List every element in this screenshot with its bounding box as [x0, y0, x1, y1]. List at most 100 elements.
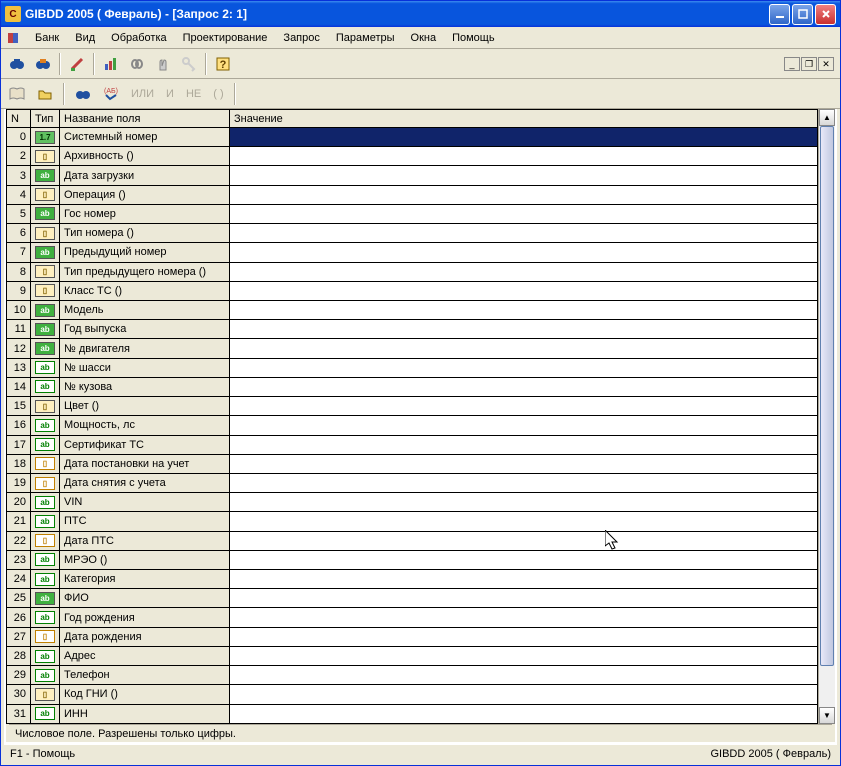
header-type[interactable]: Тип — [31, 110, 60, 128]
field-name[interactable]: Дата рождения — [60, 627, 230, 646]
field-name[interactable]: Дата загрузки — [60, 166, 230, 185]
mdi-minimize-button[interactable]: _ — [784, 57, 800, 71]
field-name[interactable]: Тип номера () — [60, 224, 230, 243]
field-value[interactable] — [230, 550, 818, 569]
maximize-button[interactable] — [792, 4, 813, 25]
field-name[interactable]: Сертификат ТС — [60, 435, 230, 454]
menu-окна[interactable]: Окна — [403, 30, 445, 46]
row-number[interactable]: 9 — [7, 281, 31, 300]
table-row[interactable]: 20abVIN — [7, 493, 818, 512]
row-number[interactable]: 28 — [7, 646, 31, 665]
field-value[interactable] — [230, 704, 818, 723]
row-number[interactable]: 3 — [7, 166, 31, 185]
field-value[interactable] — [230, 473, 818, 492]
field-name[interactable]: Телефон — [60, 666, 230, 685]
link-icon[interactable] — [125, 52, 149, 76]
row-number[interactable]: 6 — [7, 224, 31, 243]
field-value[interactable] — [230, 358, 818, 377]
field-name[interactable]: № двигателя — [60, 339, 230, 358]
field-name[interactable]: ИНН — [60, 704, 230, 723]
table-row[interactable]: 27▯Дата рождения — [7, 627, 818, 646]
header-field[interactable]: Название поля — [60, 110, 230, 128]
field-value[interactable] — [230, 570, 818, 589]
field-name[interactable]: Год рождения — [60, 608, 230, 627]
help-icon[interactable]: ? — [211, 52, 235, 76]
table-row[interactable]: 29abТелефон — [7, 666, 818, 685]
not-operator[interactable]: НЕ — [182, 88, 205, 100]
field-value[interactable] — [230, 531, 818, 550]
header-n[interactable]: N — [7, 110, 31, 128]
hand-icon[interactable] — [151, 52, 175, 76]
minimize-button[interactable] — [769, 4, 790, 25]
field-value[interactable] — [230, 685, 818, 704]
field-value[interactable] — [230, 185, 818, 204]
field-value[interactable] — [230, 454, 818, 473]
mdi-restore-button[interactable]: ❐ — [801, 57, 817, 71]
key-icon[interactable] — [177, 52, 201, 76]
table-row[interactable]: 3abДата загрузки — [7, 166, 818, 185]
field-value[interactable] — [230, 589, 818, 608]
field-name[interactable]: Цвет () — [60, 397, 230, 416]
table-row[interactable]: 19▯Дата снятия с учета — [7, 473, 818, 492]
field-value[interactable] — [230, 666, 818, 685]
scroll-track[interactable] — [819, 126, 835, 707]
row-number[interactable]: 26 — [7, 608, 31, 627]
field-value[interactable] — [230, 416, 818, 435]
menu-вид[interactable]: Вид — [67, 30, 103, 46]
table-row[interactable]: 8▯Тип предыдущего номера () — [7, 262, 818, 281]
field-name[interactable]: VIN — [60, 493, 230, 512]
row-number[interactable]: 4 — [7, 185, 31, 204]
table-row[interactable]: 21abПТС — [7, 512, 818, 531]
field-value[interactable] — [230, 435, 818, 454]
row-number[interactable]: 22 — [7, 531, 31, 550]
table-row[interactable]: 16abМощность, лс — [7, 416, 818, 435]
table-row[interactable]: 31abИНН — [7, 704, 818, 723]
row-number[interactable]: 29 — [7, 666, 31, 685]
table-row[interactable]: 12ab№ двигателя — [7, 339, 818, 358]
field-name[interactable]: № кузова — [60, 377, 230, 396]
field-name[interactable]: Год выпуска — [60, 320, 230, 339]
field-value[interactable] — [230, 128, 818, 147]
table-row[interactable]: 9▯Класс ТС () — [7, 281, 818, 300]
and-operator[interactable]: И — [162, 88, 178, 100]
table-row[interactable]: 11abГод выпуска — [7, 320, 818, 339]
field-value[interactable] — [230, 147, 818, 166]
field-value[interactable] — [230, 377, 818, 396]
field-value[interactable] — [230, 300, 818, 319]
or-operator[interactable]: ИЛИ — [127, 88, 158, 100]
field-name[interactable]: Код ГНИ () — [60, 685, 230, 704]
row-number[interactable]: 21 — [7, 512, 31, 531]
table-row[interactable]: 24abКатегория — [7, 570, 818, 589]
menu-банк[interactable]: Банк — [27, 30, 67, 46]
table-row[interactable]: 30▯Код ГНИ () — [7, 685, 818, 704]
field-name[interactable]: Адрес — [60, 646, 230, 665]
table-row[interactable]: 26abГод рождения — [7, 608, 818, 627]
table-row[interactable]: 2▯Архивность () — [7, 147, 818, 166]
binoculars-orange-icon[interactable] — [31, 52, 55, 76]
row-number[interactable]: 20 — [7, 493, 31, 512]
field-name[interactable]: Предыдущий номер — [60, 243, 230, 262]
field-value[interactable] — [230, 281, 818, 300]
titlebar[interactable]: C GIBDD 2005 ( Февраль) - [Запрос 2: 1] — [1, 1, 840, 27]
fields-grid[interactable]: N Тип Название поля Значение 01.7Системн… — [6, 109, 818, 724]
book-icon[interactable] — [5, 82, 29, 106]
field-value[interactable] — [230, 397, 818, 416]
field-name[interactable]: Дата снятия с учета — [60, 473, 230, 492]
row-number[interactable]: 30 — [7, 685, 31, 704]
row-number[interactable]: 8 — [7, 262, 31, 281]
row-number[interactable]: 23 — [7, 550, 31, 569]
field-name[interactable]: Системный номер — [60, 128, 230, 147]
table-row[interactable]: 22▯Дата ПТС — [7, 531, 818, 550]
row-number[interactable]: 18 — [7, 454, 31, 473]
table-row[interactable]: 15▯Цвет () — [7, 397, 818, 416]
chart-icon[interactable] — [99, 52, 123, 76]
row-number[interactable]: 10 — [7, 300, 31, 319]
field-name[interactable]: Модель — [60, 300, 230, 319]
row-number[interactable]: 0 — [7, 128, 31, 147]
table-row[interactable]: 17abСертификат ТС — [7, 435, 818, 454]
field-name[interactable]: МРЭО () — [60, 550, 230, 569]
row-number[interactable]: 31 — [7, 704, 31, 723]
menu-параметры[interactable]: Параметры — [328, 30, 403, 46]
row-number[interactable]: 24 — [7, 570, 31, 589]
field-value[interactable] — [230, 339, 818, 358]
